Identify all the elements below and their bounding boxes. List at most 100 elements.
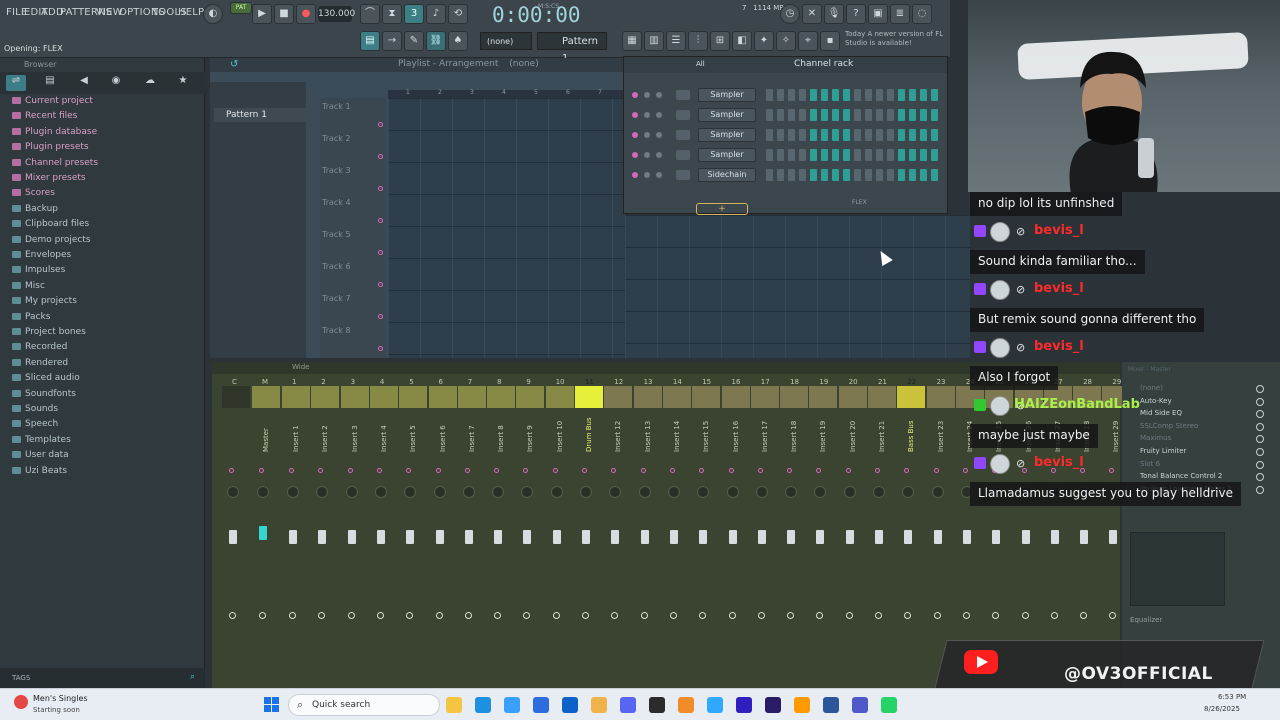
step-button[interactable] [777, 169, 784, 181]
fx-enable-ring[interactable] [1050, 612, 1058, 619]
mixer-strip-header[interactable] [633, 386, 662, 408]
step-button[interactable] [898, 129, 905, 141]
step-button[interactable] [788, 89, 795, 101]
discord-app-icon[interactable] [620, 697, 636, 713]
step-button[interactable] [887, 109, 894, 121]
fx-enable-ring[interactable] [259, 612, 266, 619]
fx-enable-ring[interactable] [494, 612, 502, 619]
mixer-solo-dot[interactable] [406, 468, 412, 473]
step-button[interactable] [854, 169, 861, 181]
cpu-icon[interactable]: ◷ [780, 4, 800, 24]
step-button[interactable] [931, 109, 938, 121]
browser-item[interactable]: Recorded [12, 342, 67, 352]
step-button[interactable] [865, 109, 872, 121]
channel-volume-knob[interactable] [656, 152, 662, 158]
volume-fader[interactable] [523, 530, 532, 544]
step-button[interactable] [832, 109, 839, 121]
mixer-strip-header[interactable] [516, 386, 545, 408]
mixer-strip-header[interactable] [868, 386, 896, 408]
track-mute-dot[interactable] [378, 122, 383, 127]
browser-item[interactable]: Uzi Beats [12, 466, 67, 476]
step-button[interactable] [931, 149, 938, 161]
step-button[interactable] [865, 129, 872, 141]
step-button[interactable] [854, 89, 861, 101]
fx-enable-ring[interactable] [229, 612, 236, 619]
mixer-solo-dot[interactable] [582, 468, 587, 473]
track-name[interactable]: Track 5 [322, 230, 351, 239]
playlist-tool-icon[interactable]: ↺ [230, 59, 238, 70]
pan-knob[interactable] [638, 486, 651, 498]
track-mute-dot[interactable] [378, 218, 383, 223]
volume-fader[interactable] [229, 530, 237, 544]
mixer-strip-header[interactable] [282, 386, 310, 408]
mixer-solo-dot[interactable] [289, 468, 294, 473]
arrangement-select[interactable]: (none) [480, 32, 532, 50]
wait-input-icon[interactable]: ⧗ [382, 4, 402, 24]
step-button[interactable] [865, 169, 872, 181]
step-button[interactable] [898, 149, 905, 161]
fx-enable-ring[interactable] [464, 612, 472, 619]
mixer-strip-header[interactable] [399, 386, 428, 408]
mixer-strip-header[interactable] [545, 386, 574, 408]
step-button[interactable] [788, 149, 795, 161]
premiere-app-icon[interactable] [736, 697, 752, 713]
countdown-icon[interactable]: 3 [404, 4, 424, 24]
step-button[interactable] [909, 129, 916, 141]
save-icon[interactable]: ▣ [868, 4, 888, 24]
menu-help[interactable]: HELP [178, 7, 204, 18]
draw-tool-icon[interactable]: ✎ [404, 31, 424, 51]
illustrator-app-icon[interactable] [794, 697, 810, 713]
channel-name-button[interactable]: Sampler [698, 88, 756, 102]
browser-item[interactable]: Misc [12, 281, 45, 291]
mixer-strip-header[interactable] [575, 386, 603, 408]
audio-tab-icon[interactable]: ◀ [74, 75, 94, 91]
step-button[interactable] [832, 129, 839, 141]
volume-fader[interactable] [904, 530, 913, 544]
step-button[interactable] [854, 109, 861, 121]
mixer-strip-header[interactable] [662, 386, 691, 408]
eq-graph[interactable] [1130, 532, 1225, 606]
plugin-tab-icon[interactable]: ◉ [106, 75, 126, 91]
mixer-strip-header[interactable] [487, 386, 516, 408]
tools-icon[interactable]: ✧ [776, 31, 796, 51]
fx-enable-ring[interactable] [728, 612, 736, 619]
pan-knob[interactable] [726, 486, 739, 498]
pan-knob[interactable] [755, 486, 768, 498]
plugin-icon[interactable]: ◧ [732, 31, 752, 51]
pan-knob[interactable] [843, 486, 856, 498]
fx-enable-ring[interactable] [1109, 612, 1117, 619]
mixer-solo-dot[interactable] [816, 468, 822, 473]
mixer-strip-header[interactable] [252, 386, 280, 408]
fx-enable-ring[interactable] [933, 612, 941, 619]
pan-knob[interactable] [580, 486, 592, 498]
track-mute-dot[interactable] [378, 346, 383, 351]
mixer-icon[interactable]: ⫶ [688, 31, 708, 51]
browser-item[interactable]: Speech [12, 419, 58, 429]
mixer-solo-dot[interactable] [845, 468, 851, 473]
channel-name-button[interactable]: Sidechain [698, 168, 756, 182]
browser-item[interactable]: Templates [12, 435, 71, 445]
fx-enable-ring[interactable] [816, 612, 824, 619]
pan-knob[interactable] [404, 486, 417, 498]
volume-fader[interactable] [845, 530, 854, 544]
pan-knob[interactable] [873, 486, 885, 498]
browser-item[interactable]: Current project [12, 96, 93, 106]
play-button[interactable]: ▶ [252, 4, 272, 24]
mixer-strip-header[interactable] [809, 386, 838, 408]
step-button[interactable] [766, 169, 773, 181]
stamp-icon[interactable]: ♠ [448, 31, 468, 51]
channel-name-button[interactable]: Sampler [698, 148, 756, 162]
cloud-tab-icon[interactable]: ☁ [140, 75, 160, 91]
volume-fader[interactable] [611, 530, 620, 544]
channel-volume-knob[interactable] [656, 112, 662, 118]
volume-fader[interactable] [289, 530, 297, 544]
news-widget-icon[interactable] [14, 695, 28, 709]
piano-roll-icon[interactable]: ▥ [644, 31, 664, 51]
track-name[interactable]: Track 6 [322, 262, 351, 271]
step-button[interactable] [832, 89, 839, 101]
mixer-strip-header[interactable] [604, 386, 633, 408]
fx-enable-ring[interactable] [640, 612, 648, 619]
channel-pan-knob[interactable] [644, 112, 650, 118]
step-button[interactable] [832, 169, 839, 181]
channel-led[interactable] [632, 92, 638, 98]
